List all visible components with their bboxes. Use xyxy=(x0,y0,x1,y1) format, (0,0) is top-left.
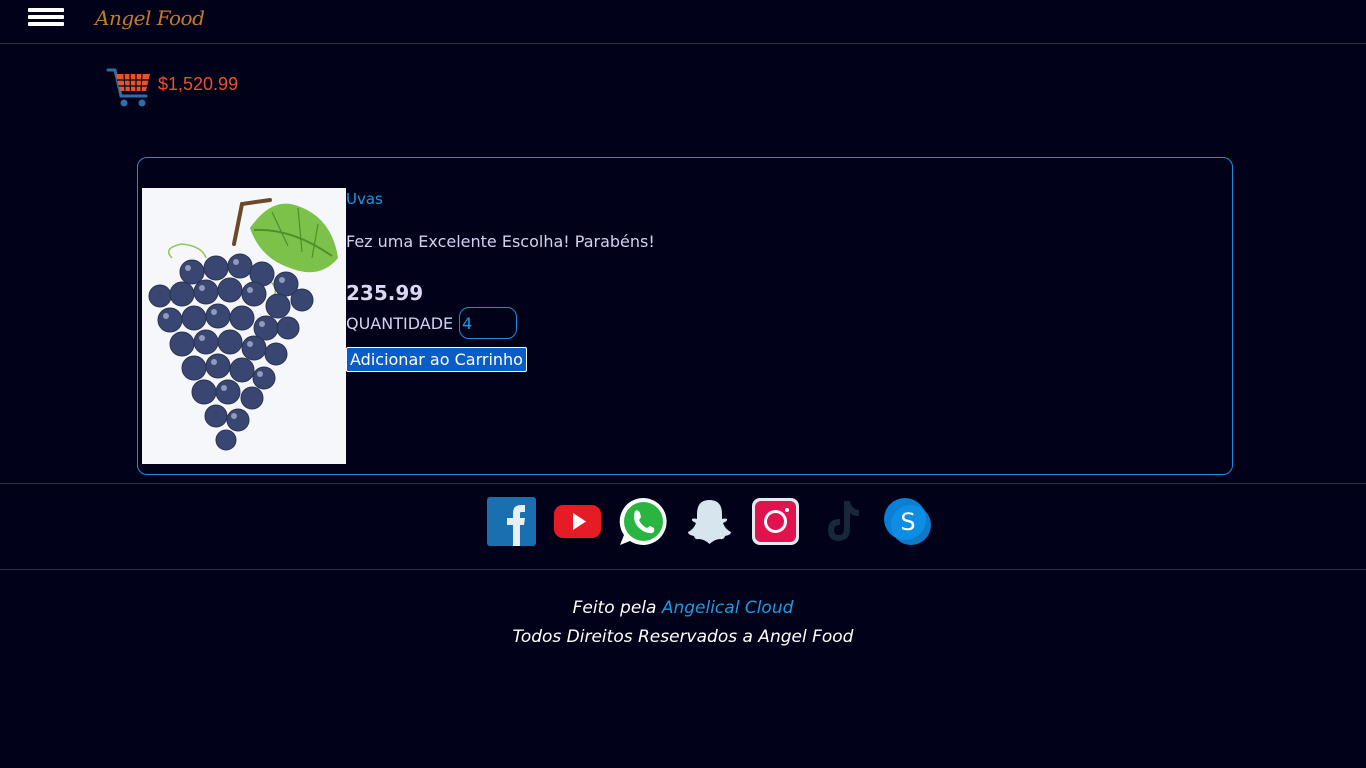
product-message: Fez uma Excelente Escolha! Parabéns! xyxy=(346,232,655,251)
cart-summary[interactable]: $1,520.99 xyxy=(106,66,238,110)
social-icons: S xyxy=(487,497,932,546)
hamburger-menu-icon[interactable] xyxy=(28,8,64,28)
youtube-icon[interactable] xyxy=(553,497,602,546)
snapchat-icon[interactable] xyxy=(685,497,734,546)
product-price: 235.99 xyxy=(346,281,424,305)
footer-credit: Feito pela Angelical Cloud xyxy=(0,594,1366,623)
brand-logo[interactable]: Angel Food xyxy=(95,6,205,30)
social-bar: S xyxy=(0,483,1366,570)
product-name-link[interactable]: Uvas xyxy=(346,190,655,208)
footer-credit-prefix: Feito pela xyxy=(572,598,662,618)
grapes-image xyxy=(142,188,346,464)
product-card: Uvas Fez uma Excelente Escolha! Parabéns… xyxy=(137,157,1233,475)
quantity-input[interactable] xyxy=(459,307,518,339)
quantity-row: QUANTIDADE xyxy=(346,307,655,339)
shopping-cart-icon xyxy=(106,68,150,107)
skype-icon[interactable]: S xyxy=(883,497,932,546)
quantity-label: QUANTIDADE xyxy=(346,313,454,333)
instagram-icon[interactable] xyxy=(751,497,800,546)
product-info: Uvas Fez uma Excelente Escolha! Parabéns… xyxy=(346,188,655,372)
footer-credit-link[interactable]: Angelical Cloud xyxy=(662,598,794,618)
footer: Feito pela Angelical Cloud Todos Direito… xyxy=(0,594,1366,652)
cart-total: $1,520.99 xyxy=(158,73,239,94)
facebook-icon[interactable] xyxy=(487,497,536,546)
add-to-cart-button[interactable]: Adicionar ao Carrinho xyxy=(346,347,527,372)
tiktok-icon[interactable] xyxy=(817,497,866,546)
whatsapp-icon[interactable] xyxy=(619,497,668,546)
product-image xyxy=(142,188,346,464)
svg-text:S: S xyxy=(900,508,915,536)
footer-rights: Todos Direitos Reservados a Angel Food xyxy=(512,627,854,647)
top-navbar: Angel Food xyxy=(0,0,1366,44)
